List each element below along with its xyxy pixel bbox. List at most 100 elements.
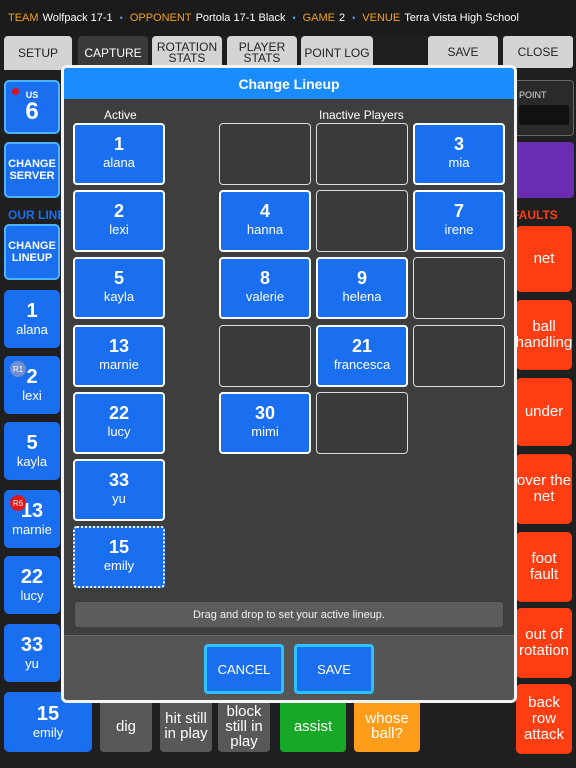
player-number: 33 <box>20 634 44 656</box>
fault-over-the-net-button[interactable]: over the net <box>516 454 572 524</box>
fault-back-row-attack-button[interactable]: back row attack <box>516 684 572 754</box>
player-name: yu <box>112 491 126 506</box>
player-name: lexi <box>109 222 129 237</box>
lineup-player-4[interactable]: R6 13 marnie <box>4 490 60 548</box>
active-player-slot[interactable]: 22 lucy <box>73 392 165 454</box>
purple-action-button[interactable] <box>508 142 574 198</box>
match-info-bar: TEAM Wolfpack 17-1 • OPPONENT Portola 17-1… <box>0 0 576 36</box>
point-field <box>519 105 569 125</box>
inactive-empty-slot[interactable] <box>316 190 408 252</box>
opponent-label: OPPONENT <box>129 12 192 24</box>
change-lineup-dialog: Change Lineup Active Inactive Players 1a… <box>61 65 517 703</box>
opponent-value: Portola 17-1 Black <box>195 12 286 24</box>
active-libero-slot[interactable]: 15 emily <box>73 526 165 588</box>
team-label: TEAM <box>8 12 39 24</box>
player-number: 33 <box>108 470 130 490</box>
player-number: 7 <box>453 201 464 221</box>
player-name: valerie <box>245 289 285 304</box>
player-number: 15 <box>108 537 130 557</box>
separator-dot: • <box>292 13 296 23</box>
lineup-player-1[interactable]: 1 alana <box>4 290 60 348</box>
whose-ball-button[interactable]: whose ball? <box>354 700 420 752</box>
lineup-player-6[interactable]: 33 yu <box>4 624 60 682</box>
close-button[interactable]: CLOSE <box>503 36 573 68</box>
rotation-badge: R1 <box>10 361 26 377</box>
cancel-button[interactable]: CANCEL <box>204 644 284 694</box>
player-name: alana <box>103 155 135 170</box>
fault-net-button[interactable]: net <box>516 226 572 292</box>
fault-out-of-rotation-button[interactable]: out of rotation <box>516 608 572 678</box>
player-name: kayla <box>103 289 135 304</box>
player-number: 4 <box>259 201 270 221</box>
inactive-player-slot[interactable]: 7 irene <box>413 190 505 252</box>
player-number: 8 <box>259 268 270 288</box>
game-value: 2 <box>339 12 346 24</box>
block-still-in-play-button[interactable]: block still in play <box>218 700 270 752</box>
player-name: lexi <box>22 388 42 403</box>
tab-setup[interactable]: SETUP <box>4 36 72 70</box>
inactive-empty-slot[interactable] <box>219 123 311 185</box>
active-column-label: Active <box>104 108 137 122</box>
inactive-empty-slot[interactable] <box>413 325 505 387</box>
faults-label: FAULTS <box>512 208 558 222</box>
opponent-score-box[interactable]: POINT <box>508 80 574 136</box>
active-player-slot[interactable]: 5 kayla <box>73 257 165 319</box>
change-server-button[interactable]: CHANGE SERVER <box>4 142 60 198</box>
player-name: helena <box>342 289 382 304</box>
active-player-slot[interactable]: 1 alana <box>73 123 165 185</box>
hit-still-in-play-button[interactable]: hit still in play <box>160 700 212 752</box>
inactive-player-slot[interactable]: 9 helena <box>316 257 408 319</box>
inactive-empty-slot[interactable] <box>219 325 311 387</box>
change-lineup-button[interactable]: CHANGE LINEUP <box>4 224 60 280</box>
player-name: alana <box>16 322 48 337</box>
venue-value: Terra Vista High School <box>404 12 519 24</box>
inactive-empty-slot[interactable] <box>316 392 408 454</box>
dialog-footer: CANCEL SAVE <box>64 635 514 700</box>
assist-button[interactable]: assist <box>280 700 346 752</box>
team-value: Wolfpack 17-1 <box>42 12 113 24</box>
fault-foot-fault-button[interactable]: foot fault <box>516 532 572 602</box>
save-match-button[interactable]: SAVE <box>428 36 498 68</box>
player-number: 5 <box>113 268 124 288</box>
player-number: 21 <box>351 336 373 356</box>
player-name: mimi <box>251 424 279 439</box>
us-score: 6 <box>25 98 39 125</box>
lineup-player-2[interactable]: R1 2 lexi <box>4 356 60 414</box>
player-name: francesca <box>333 357 391 372</box>
lineup-player-5[interactable]: 22 lucy <box>4 556 60 614</box>
player-name: yu <box>25 656 39 671</box>
player-name: lucy <box>20 588 44 603</box>
player-number: 2 <box>26 366 38 388</box>
dialog-title: Change Lineup <box>64 68 514 99</box>
inactive-player-slot[interactable]: 8 valerie <box>219 257 311 319</box>
inactive-player-slot[interactable]: 21 francesca <box>316 325 408 387</box>
fault-ball-handling-button[interactable]: ball handling <box>516 300 572 370</box>
save-lineup-button[interactable]: SAVE <box>294 644 374 694</box>
inactive-player-slot[interactable]: 4 hanna <box>219 190 311 252</box>
us-score-box[interactable]: US 6 <box>4 80 60 134</box>
active-player-slot[interactable]: 2 lexi <box>73 190 165 252</box>
player-number: 30 <box>254 403 276 423</box>
lineup-player-3[interactable]: 5 kayla <box>4 422 60 480</box>
inactive-empty-slot[interactable] <box>413 257 505 319</box>
player-name: irene <box>444 222 474 237</box>
player-number: 22 <box>108 403 130 423</box>
player-name: marnie <box>12 522 52 537</box>
player-number: 2 <box>113 201 124 221</box>
player-name: emily <box>32 725 64 740</box>
serving-indicator <box>12 88 19 95</box>
player-number: 22 <box>20 566 44 588</box>
active-player-slot[interactable]: 13 marnie <box>73 325 165 387</box>
drag-drop-hint: Drag and drop to set your active lineup. <box>75 602 503 627</box>
player-number: 9 <box>356 268 367 288</box>
inactive-player-slot[interactable]: 3 mia <box>413 123 505 185</box>
dig-button[interactable]: dig <box>100 700 152 752</box>
player-name: hanna <box>246 222 284 237</box>
active-player-slot[interactable]: 33 yu <box>73 459 165 521</box>
separator-dot: • <box>352 13 356 23</box>
inactive-player-slot[interactable]: 30 mimi <box>219 392 311 454</box>
player-number: 15 <box>36 703 60 725</box>
fault-under-button[interactable]: under <box>516 378 572 446</box>
player-name: marnie <box>99 357 139 372</box>
inactive-empty-slot[interactable] <box>316 123 408 185</box>
